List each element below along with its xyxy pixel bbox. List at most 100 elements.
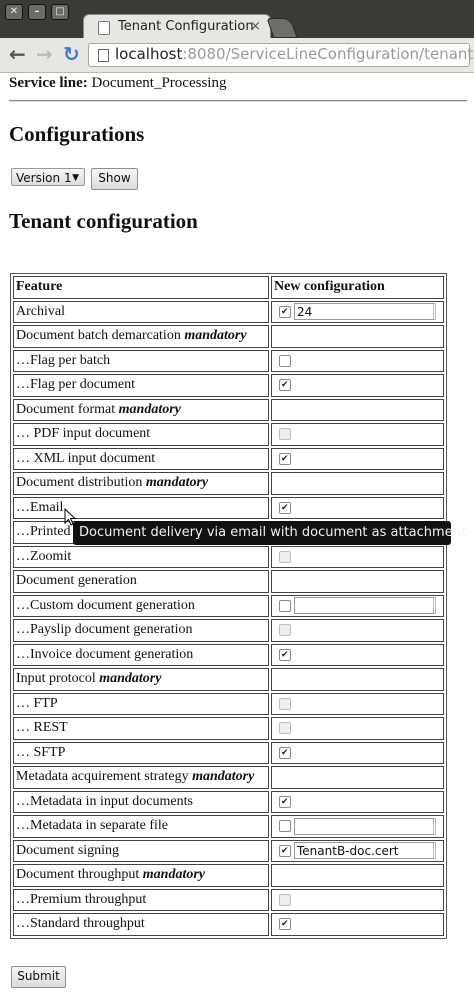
maximize-window-icon[interactable]: □ (51, 4, 69, 20)
table-row: …Email (13, 496, 444, 519)
configuration-cell (271, 374, 444, 397)
feature-label: … REST (16, 720, 68, 736)
table-row: Metadata acquirement strategy mandatory (13, 766, 444, 789)
feature-checkbox[interactable] (279, 820, 291, 833)
mandatory-label: mandatory (118, 401, 181, 417)
feature-cell: …Flag per batch (13, 349, 269, 372)
configuration-cell (271, 545, 444, 568)
show-button[interactable]: Show (91, 168, 138, 190)
configuration-text-input[interactable]: 24 (294, 303, 436, 321)
version-select[interactable]: Version 1 ▼ (11, 168, 85, 186)
table-row: … SFTP (13, 741, 444, 764)
feature-cell: … FTP (13, 692, 269, 715)
feature-cell: Document format mandatory (13, 398, 269, 421)
close-window-icon[interactable]: ✕ (5, 4, 23, 20)
feature-cell: …Metadata in input documents (13, 790, 269, 813)
mandatory-label: mandatory (192, 769, 255, 785)
tab-close-icon[interactable]: × (250, 19, 261, 34)
configuration-cell (271, 717, 444, 740)
configuration-cell: TenantB-doc.cert (271, 839, 444, 862)
service-line-value: Document_Processing (91, 75, 227, 91)
mandatory-label: mandatory (145, 475, 209, 491)
feature-cell: … XML input document (13, 447, 269, 470)
mouse-cursor-icon (64, 508, 76, 526)
feature-cell: … PDF input document (13, 423, 269, 446)
configuration-cell (271, 888, 444, 911)
tab-title: Tenant Configuration (118, 19, 254, 34)
feature-cell: Document batch demarcation mandatory (13, 325, 269, 348)
feature-checkbox[interactable] (279, 305, 291, 318)
feature-label: Archival (16, 303, 65, 319)
page-favicon-icon (98, 21, 110, 35)
new-tab-button[interactable] (266, 18, 298, 38)
feature-label: …Email (16, 499, 64, 515)
configuration-cell (271, 325, 444, 348)
page-icon (98, 49, 109, 62)
table-row: …Flag per batch (13, 349, 444, 372)
window-titlebar: ✕ – □ Tenant Configuration × (0, 0, 474, 41)
table-row: …Invoice document generation (13, 643, 444, 666)
mandatory-label: mandatory (99, 671, 162, 687)
version-select-value: Version 1 (16, 171, 72, 185)
feature-label: …Payslip document generation (16, 622, 193, 638)
feature-checkbox[interactable] (279, 648, 291, 661)
feature-checkbox[interactable] (279, 379, 291, 392)
dropdown-arrow-icon: ▼ (72, 173, 79, 183)
configuration-text-input[interactable]: TenantB-doc.cert (294, 842, 436, 860)
configuration-text-input[interactable] (294, 817, 436, 835)
feature-label: …Standard throughput (16, 916, 145, 932)
feature-checkbox (279, 428, 291, 441)
table-row: Document distribution mandatory (13, 472, 444, 495)
configuration-cell (271, 472, 444, 495)
reload-icon[interactable]: ↻ (63, 43, 80, 65)
feature-checkbox[interactable] (279, 795, 291, 808)
feature-cell: …Invoice document generation (13, 643, 269, 666)
back-arrow-icon[interactable]: ← (9, 43, 26, 65)
feature-label: Document throughput (16, 867, 140, 883)
submit-button[interactable]: Submit (11, 966, 66, 988)
configuration-cell (271, 349, 444, 372)
feature-label: Document format (16, 401, 116, 417)
feature-checkbox[interactable] (279, 918, 291, 931)
feature-label: … FTP (16, 695, 58, 711)
feature-cell: …Email (13, 496, 269, 519)
feature-cell: Document throughput mandatory (13, 864, 269, 887)
address-bar[interactable]: localhost:8080/ServiceLineConfiguration/… (88, 43, 473, 67)
feature-cell: …Standard throughput (13, 913, 269, 936)
feature-checkbox[interactable] (279, 746, 291, 759)
feature-cell: … SFTP (13, 741, 269, 764)
feature-checkbox[interactable] (279, 599, 291, 612)
table-row: …Payslip document generation (13, 619, 444, 642)
feature-label: Document batch demarcation (16, 328, 181, 344)
table-row: …Metadata in input documents (13, 790, 444, 813)
configuration-text-input[interactable] (294, 597, 436, 615)
browser-toolbar: ← → ↻ localhost:8080/ServiceLineConfigur… (0, 38, 474, 73)
browser-tab[interactable]: Tenant Configuration × (83, 14, 271, 41)
feature-label: …Flag per batch (16, 352, 111, 368)
feature-label: Input protocol (16, 671, 96, 687)
forward-arrow-icon[interactable]: → (36, 43, 53, 65)
table-row: …Zoomit (13, 545, 444, 568)
feature-label: …Premium throughput (16, 891, 147, 907)
table-row: Archival 24 (13, 300, 444, 323)
configuration-cell (271, 619, 444, 642)
service-line-label: Service line: (9, 75, 88, 91)
table-row: …Custom document generation (13, 594, 444, 617)
configuration-cell (271, 741, 444, 764)
feature-checkbox[interactable] (279, 501, 291, 514)
feature-cell: Document signing (13, 839, 269, 862)
configurations-heading: Configurations (9, 122, 145, 146)
minimize-window-icon[interactable]: – (28, 4, 46, 20)
feature-checkbox[interactable] (279, 844, 291, 857)
mandatory-label: mandatory (184, 328, 247, 344)
feature-checkbox[interactable] (279, 354, 291, 367)
feature-label: … PDF input document (16, 426, 151, 442)
feature-label: …Printed (16, 524, 71, 540)
configuration-cell (271, 913, 444, 936)
table-header-row: Feature New configuration (13, 276, 444, 299)
table-row: Document generation (13, 570, 444, 593)
feature-cell: …Premium throughput (13, 888, 269, 911)
feature-checkbox[interactable] (279, 452, 291, 465)
browser-chrome: ✕ – □ Tenant Configuration × ← → ↻ local… (0, 0, 474, 73)
configuration-cell (271, 570, 444, 593)
